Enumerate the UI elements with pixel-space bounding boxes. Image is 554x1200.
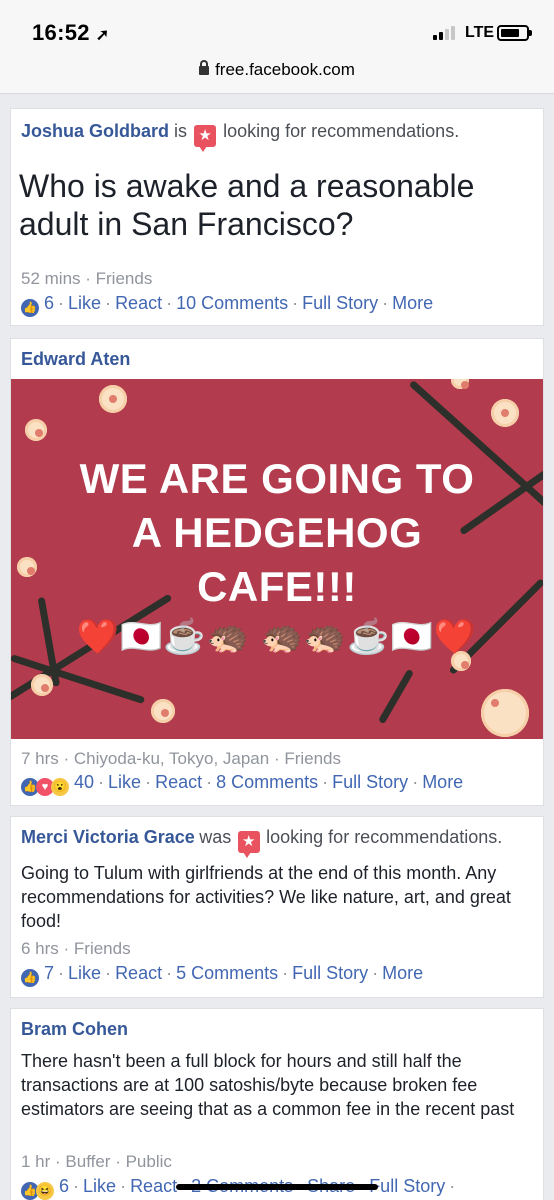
post-header: Edward Aten — [21, 349, 130, 370]
post-header: Merci Victoria Grace was ★ looking for r… — [21, 827, 503, 858]
via-app-label: Buffer — [65, 1152, 111, 1171]
status-action: looking for recommendations. — [223, 121, 460, 141]
like-link[interactable]: Like — [83, 1176, 116, 1196]
reaction-count[interactable]: 6 — [59, 1176, 69, 1196]
more-link[interactable]: More — [392, 293, 433, 313]
more-link[interactable]: More — [382, 963, 423, 983]
post-time[interactable]: 52 mins — [21, 269, 81, 288]
like-icon: 👍 — [21, 969, 39, 987]
full-story-link[interactable]: Full Story — [292, 963, 368, 983]
post-time[interactable]: 1 hr — [21, 1152, 50, 1171]
audience-label: Friends — [73, 939, 131, 958]
star-badge-icon: ★ — [194, 125, 217, 152]
star-badge-icon: ★ — [237, 831, 260, 858]
full-story-link[interactable]: Full Story — [302, 293, 378, 313]
author-link[interactable]: Edward Aten — [21, 349, 130, 369]
author-link[interactable]: Joshua Goldbard — [21, 121, 169, 141]
haha-icon: 😆 — [36, 1182, 54, 1200]
post-card: Merci Victoria Grace was ★ looking for r… — [10, 816, 544, 998]
reaction-count[interactable]: 6 — [44, 293, 54, 313]
image-caption-line: WE ARE GOING TO — [79, 455, 475, 502]
comments-link[interactable]: 10 Comments — [176, 293, 288, 313]
post-text: Who is awake and a reasonable adult in S… — [19, 168, 475, 242]
post-meta: 1 hr · Buffer · Public — [21, 1152, 172, 1171]
status-action: looking for recommendations. — [266, 827, 503, 847]
like-link[interactable]: Like — [68, 963, 101, 983]
post-card: Joshua Goldbard is ★ looking for recomme… — [10, 108, 544, 326]
signal-strength-icon — [433, 26, 459, 40]
post-meta: 7 hrs · Chiyoda-ku, Tokyo, Japan · Frien… — [21, 749, 342, 768]
wow-icon: 😮 — [51, 778, 69, 796]
post-meta: 6 hrs · Friends — [21, 939, 131, 958]
reaction-count[interactable]: 40 — [74, 772, 94, 792]
post-time[interactable]: 6 hrs — [21, 939, 59, 958]
comments-link[interactable]: 8 Comments — [216, 772, 318, 792]
like-link[interactable]: Like — [108, 772, 141, 792]
image-caption-line: CAFE!!! — [197, 563, 357, 610]
more-link[interactable]: More — [422, 772, 463, 792]
full-story-link[interactable]: Full Story — [332, 772, 408, 792]
url-text: free.facebook.com — [215, 60, 355, 79]
react-link[interactable]: React — [115, 963, 162, 983]
post-image[interactable]: WE ARE GOING TO A HEDGEHOG CAFE!!! ❤️🇯🇵☕… — [11, 379, 543, 739]
browser-top-bar: 16:52 ➚ LTE free.facebook.com — [0, 0, 554, 94]
home-indicator[interactable] — [176, 1184, 378, 1190]
post-header: Bram Cohen — [21, 1019, 128, 1040]
post-actions: 👍 7 · Like · React · 5 Comments · Full Story · Mor… — [21, 963, 423, 987]
like-icon: 👍 — [21, 299, 39, 317]
location-link[interactable]: Chiyoda-ku, Tokyo, Japan — [74, 749, 269, 768]
author-link[interactable]: Merci Victoria Grace — [21, 827, 195, 847]
author-link[interactable]: Bram Cohen — [21, 1019, 128, 1039]
post-time[interactable]: 7 hrs — [21, 749, 59, 768]
audience-label: Friends — [284, 749, 342, 768]
status-time: 16:52 ➚ — [32, 20, 110, 46]
status-prefix: is — [174, 121, 188, 141]
like-link[interactable]: Like — [68, 293, 101, 313]
react-link[interactable]: React — [130, 1176, 177, 1196]
audience-label: Public — [125, 1152, 172, 1171]
post-card: Bram Cohen There hasn't been a full bloc… — [10, 1008, 544, 1200]
reaction-count[interactable]: 7 — [44, 963, 54, 983]
post-meta: 52 mins · Friends — [21, 269, 153, 288]
full-story-link[interactable]: Full Story — [369, 1176, 445, 1196]
location-arrow-icon: ➚ — [95, 27, 110, 44]
react-link[interactable]: React — [155, 772, 202, 792]
lock-icon — [199, 60, 210, 75]
post-actions: 👍 6 · Like · React · 10 Comments · Full Story · Mo… — [21, 293, 433, 317]
audience-label: Friends — [95, 269, 153, 288]
time-label: 16:52 — [32, 20, 90, 45]
comments-link[interactable]: 5 Comments — [176, 963, 278, 983]
battery-icon — [497, 25, 532, 41]
react-link[interactable]: React — [115, 293, 162, 313]
post-text: Going to Tulum with girlfriends at the e… — [21, 863, 511, 931]
post-card: Edward Aten WE ARE GOING TO A HEDGEHOG C… — [10, 338, 544, 806]
post-header: Joshua Goldbard is ★ looking for recomme… — [21, 121, 460, 152]
network-type: LTE — [465, 24, 495, 41]
image-emoji-row: ❤️🇯🇵☕🦔 🦔🦔☕🇯🇵❤️ — [76, 618, 478, 656]
image-caption-line: A HEDGEHOG — [131, 509, 423, 556]
address-bar[interactable]: free.facebook.com — [0, 60, 554, 80]
status-prefix: was — [199, 827, 232, 847]
post-actions: 👍 ♥ 😮 40 · Like · React · 8 Comments · Full Story ·… — [21, 772, 463, 796]
post-text: There hasn't been a full block for hours… — [21, 1051, 515, 1119]
